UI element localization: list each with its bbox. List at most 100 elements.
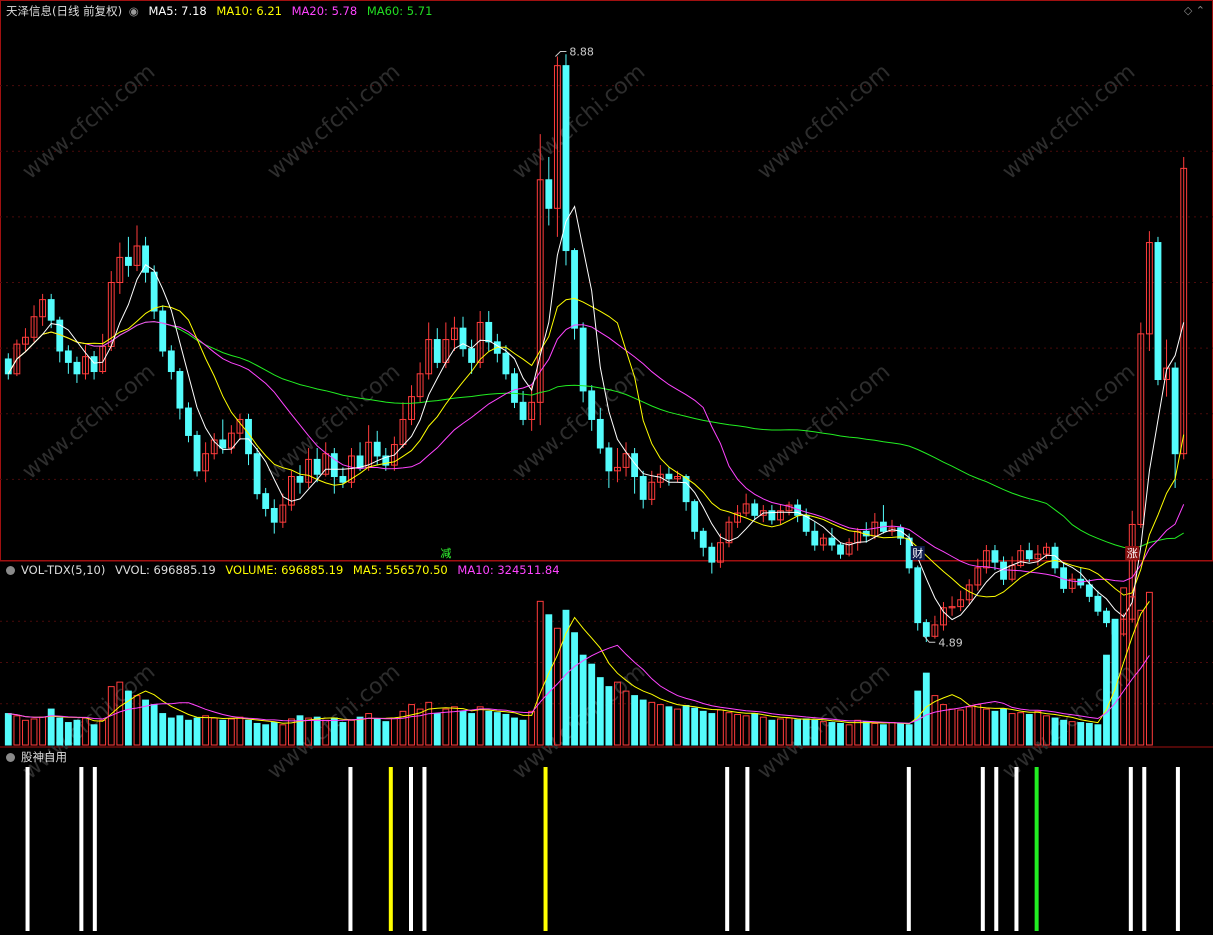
volume-bar	[656, 704, 664, 746]
marker-jian: 减	[440, 547, 451, 560]
volume-bar	[1008, 713, 1016, 746]
volume-bar	[30, 718, 38, 746]
volume-bar	[47, 708, 55, 746]
volume-bar	[1094, 724, 1102, 746]
watermark-text: www.cfchi.com	[18, 59, 160, 184]
volume-bar	[1017, 712, 1025, 746]
ma5-readout: MA5: 7.18	[148, 4, 207, 18]
volume-bar	[167, 717, 175, 746]
volume-bar	[605, 686, 613, 746]
watermark-text: www.cfchi.com	[263, 59, 405, 184]
candle-body	[313, 458, 321, 475]
volume-bar	[974, 704, 982, 746]
volume-bar	[185, 719, 192, 746]
volume-bar	[330, 717, 338, 746]
volume-indicator-name[interactable]: VOL-TDX(5,10)	[21, 563, 105, 577]
white-signal-bar	[409, 767, 413, 931]
volume-bar	[854, 719, 862, 746]
volume-bar	[390, 717, 398, 746]
volume-bar	[579, 654, 587, 746]
volume-bar	[631, 695, 639, 746]
volume-bar	[313, 716, 321, 746]
ma10-line	[7, 297, 1185, 598]
candle-body	[1025, 550, 1033, 560]
candle-body	[502, 352, 510, 375]
signal-panel-header: 股神自用	[6, 750, 73, 764]
white-signal-bar	[994, 767, 999, 931]
candle-body	[665, 473, 673, 480]
volume-bar	[871, 722, 879, 746]
signal-menu-icon[interactable]	[6, 753, 15, 762]
white-signal-bar	[348, 767, 353, 931]
volume-bar	[90, 724, 98, 746]
volume-bar	[451, 706, 458, 746]
volume-readout: VOLUME: 696885.19	[225, 563, 344, 577]
stock-name: 天泽信息	[6, 4, 52, 18]
candle-body	[330, 453, 338, 478]
candle-body	[1094, 595, 1102, 612]
volume-bar	[828, 722, 836, 746]
candle-body	[373, 441, 381, 457]
volume-bar	[639, 699, 647, 746]
volume-bar	[725, 712, 733, 746]
candle-body	[682, 476, 690, 503]
volume-panel-header: VOL-TDX(5,10) VVOL: 696885.19 VOLUME: 69…	[6, 563, 566, 577]
volume-bar	[691, 707, 699, 746]
volume-bar	[768, 719, 776, 746]
candle-body	[296, 476, 304, 483]
volume-bar	[648, 701, 656, 746]
volume-bar	[13, 715, 21, 746]
candle-body	[459, 327, 467, 350]
volume-bar	[1085, 722, 1093, 746]
stock-title[interactable]: 天泽信息(日线 前复权) ◉	[6, 4, 143, 18]
volume-bar	[210, 717, 218, 746]
volume-bar	[751, 713, 759, 746]
volume-bar	[905, 724, 913, 746]
volume-bar	[227, 718, 235, 746]
candle-body	[356, 455, 364, 468]
low-price-label: 4.89	[938, 636, 963, 649]
candle-body	[1000, 561, 1007, 580]
candle-body	[511, 373, 518, 403]
volume-bar	[202, 715, 210, 746]
candle-body	[124, 256, 132, 266]
candle-body	[837, 544, 844, 555]
volume-bar	[759, 716, 767, 746]
volume-bar	[245, 719, 252, 746]
volume-bar	[356, 716, 364, 746]
volume-bar	[64, 722, 72, 746]
volume-bar	[845, 724, 853, 746]
vol-ma10-readout: MA10: 324511.84	[457, 563, 560, 577]
volume-bar	[150, 704, 158, 746]
volume-bar	[536, 600, 544, 746]
candle-body	[485, 321, 493, 343]
candle-body	[167, 350, 175, 373]
volume-bar	[982, 708, 990, 746]
candle-body	[519, 401, 527, 420]
panel-toggle-icons[interactable]: ◇ ⌃	[1184, 4, 1205, 17]
white-signal-bar	[906, 767, 911, 931]
volume-bar	[485, 710, 493, 746]
volume-bar	[596, 677, 604, 746]
candle-body	[253, 453, 261, 495]
candle-body	[150, 271, 158, 312]
dropdown-icon[interactable]: ◉	[129, 4, 139, 18]
volume-bar	[708, 713, 716, 746]
candle-body	[1154, 242, 1162, 381]
volume-bar	[948, 708, 956, 746]
volume-bar	[545, 614, 553, 746]
white-signal-bar	[92, 767, 97, 931]
volume-bar	[442, 708, 450, 746]
volume-bar	[1077, 722, 1085, 746]
green-signal-bar	[1034, 767, 1039, 931]
signal-indicator-name[interactable]: 股神自用	[21, 750, 67, 764]
volume-bar	[991, 710, 999, 746]
candle-body	[588, 390, 596, 420]
high-pointer	[555, 51, 567, 57]
volume-bar	[502, 713, 510, 746]
volume-bar	[1103, 654, 1110, 746]
volume-bar	[571, 632, 578, 746]
volume-menu-icon[interactable]	[6, 566, 15, 575]
volume-bar	[459, 710, 467, 746]
volume-bar	[262, 724, 270, 746]
